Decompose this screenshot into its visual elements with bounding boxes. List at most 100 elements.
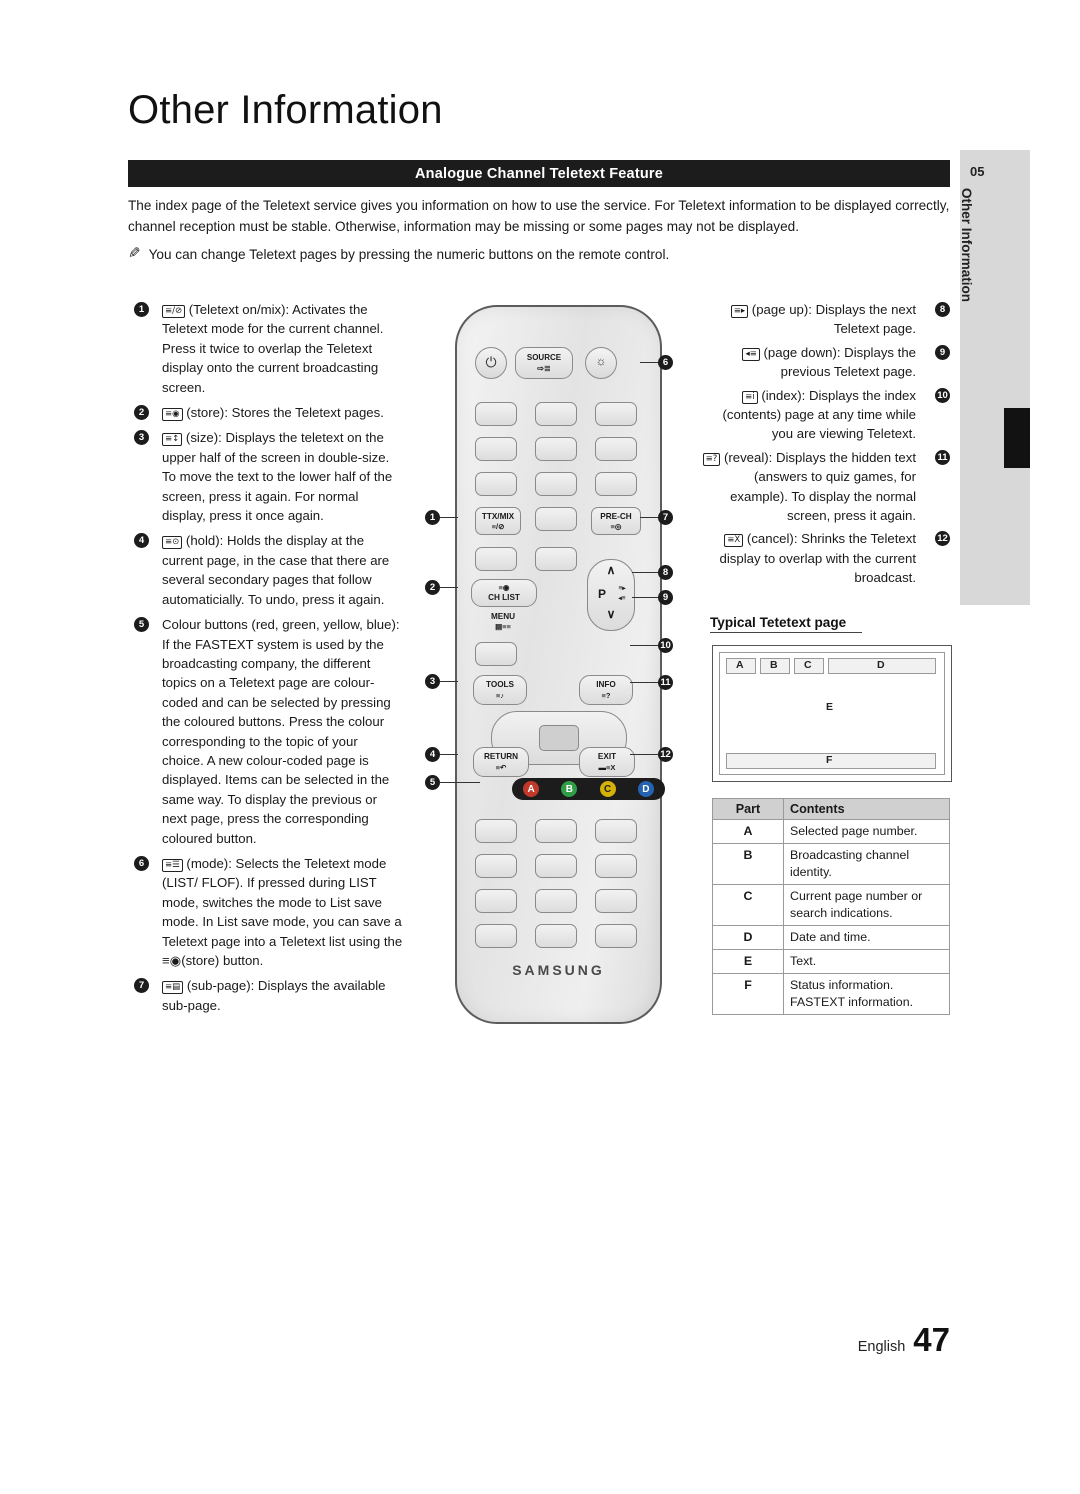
legend-text: (reveal): Displays the hidden text (answ…	[723, 449, 916, 524]
cell-part: F	[712, 973, 784, 1015]
tools-icon: ≡♪	[495, 691, 505, 700]
remote-button	[535, 819, 577, 843]
chapter-number: 05	[970, 164, 985, 179]
remote-button	[475, 402, 517, 426]
cell-contents: Text.	[783, 949, 950, 974]
section-heading: Analogue Channel Teletext Feature	[128, 160, 950, 187]
legend-text: (size): Displays the teletext on the upp…	[162, 430, 393, 524]
remote-control-illustration: ⏻ SOURCE ⇨≣ ☼ TTX/MIX ≡/⊘ PRE-CH ≡◎ ≡◉ C…	[425, 300, 685, 1040]
callout-bullet: 7	[134, 978, 149, 994]
teletext-label-c: C	[804, 659, 812, 671]
cell-contents: Selected page number.	[783, 819, 950, 844]
leader-line	[440, 754, 458, 755]
callout-bullet: 8	[935, 302, 950, 317]
legend-item: 9 ◂≡ (page down): Displays the previous …	[700, 343, 950, 382]
note-text: You can change Teletext pages by pressin…	[148, 247, 670, 262]
legend-item: 5 Colour buttons (red, green, yellow, bl…	[128, 615, 403, 848]
button-glyph: ≡☰	[162, 858, 183, 872]
button-glyph: ≡◉	[162, 408, 183, 422]
page-title: Other Information	[128, 88, 443, 132]
teletext-label-a: A	[736, 659, 744, 671]
remote-button	[535, 924, 577, 948]
callout-bullet: 6	[134, 855, 149, 871]
p-page-up-icon: ≡▸	[618, 585, 626, 592]
table-row: D Date and time.	[712, 925, 950, 950]
typical-page-title: Typical Tetetext page	[710, 615, 862, 633]
callout-marker-8: 8	[658, 565, 673, 580]
remote-button	[475, 889, 517, 913]
callout-marker-10: 10	[658, 638, 673, 653]
cell-part: E	[712, 949, 784, 974]
callout-marker-5: 5	[425, 775, 440, 790]
colour-button-c: C	[599, 781, 616, 797]
leader-line	[440, 782, 480, 783]
table-row: A Selected page number.	[712, 819, 950, 844]
legend-item: 8 ≡▸ (page up): Displays the next Telete…	[700, 300, 950, 339]
remote-button	[535, 854, 577, 878]
button-glyph: ◂≡	[742, 347, 760, 361]
note-block: ✎ You can change Teletext pages by press…	[128, 244, 950, 265]
info-button: INFO ≡?	[579, 675, 633, 705]
callout-bullet: 5	[134, 617, 149, 633]
table-header-row: Part Contents	[712, 798, 950, 820]
teletext-label-b: B	[770, 659, 778, 671]
brightness-button: ☼	[585, 347, 617, 379]
callout-marker-11: 11	[658, 675, 673, 690]
leader-line	[640, 362, 658, 363]
legend-text: (hold): Holds the display at the current…	[162, 533, 390, 607]
callout-bullet: 9	[935, 344, 950, 360]
brand-logo: SAMSUNG	[512, 962, 605, 978]
p-page-down-icon: ◂≡	[618, 595, 626, 602]
remote-button	[595, 402, 637, 426]
leader-line	[440, 517, 458, 518]
callout-bullet: 12	[935, 531, 950, 547]
source-icon: ⇨≣	[537, 364, 551, 373]
teletext-label-d: D	[877, 659, 885, 671]
colour-button-b: B	[561, 781, 578, 797]
remote-button	[595, 472, 637, 496]
remote-button	[595, 854, 637, 878]
ch-list-label: CH LIST	[488, 593, 520, 602]
pre-ch-label: PRE-CH	[600, 512, 632, 521]
callout-marker-1: 1	[425, 510, 440, 525]
legend-item: 3 ≡↕ (size): Displays the teletext on th…	[128, 428, 403, 525]
table-row: E Text.	[712, 949, 950, 974]
callout-bullet: 2	[134, 405, 149, 421]
remote-button	[475, 924, 517, 948]
remote-button	[595, 819, 637, 843]
tab-marker	[1004, 408, 1030, 468]
pre-ch-icon: ≡◎	[610, 522, 622, 531]
callout-marker-9: 9	[658, 590, 673, 605]
info-reveal-icon: ≡?	[601, 691, 611, 700]
colour-button-a: A	[523, 781, 540, 797]
return-label: RETURN	[483, 752, 519, 761]
left-legend-column: 1 ≡/⊘ (Teletext on/mix): Activates the T…	[128, 300, 403, 1017]
source-button: SOURCE ⇨≣	[515, 347, 573, 379]
remote-button	[535, 437, 577, 461]
callout-marker-6: 6	[658, 355, 673, 370]
teletext-label-e: E	[826, 701, 834, 713]
chapter-label: Other Information	[959, 188, 974, 302]
legend-text: (cancel): Shrinks the Teletext display t…	[719, 531, 916, 586]
callout-bullet: 1	[134, 302, 149, 317]
legend-item: 4 ≡⊙ (hold): Holds the display at the cu…	[128, 531, 403, 609]
cell-contents: Current page number or search indication…	[783, 884, 950, 926]
cell-part: A	[712, 819, 784, 844]
callout-marker-4: 4	[425, 747, 440, 762]
button-glyph: ≡/⊘	[162, 305, 186, 318]
callout-bullet: 4	[134, 533, 149, 549]
page-footer: English 47	[858, 1321, 950, 1359]
cell-part: C	[712, 884, 784, 926]
legend-item: 12 ≡X (cancel): Shrinks the Teletext dis…	[700, 529, 950, 587]
p-up-arrow: ∧	[606, 563, 616, 577]
leader-line	[632, 597, 658, 598]
manual-page: Other Information Analogue Channel Telet…	[0, 0, 1080, 1494]
ttx-mix-label: TTX/MIX	[481, 512, 515, 521]
footer-language: English	[857, 1339, 906, 1355]
remote-button	[595, 924, 637, 948]
ttx-mix-icon: ≡/⊘	[491, 522, 505, 531]
header-contents: Contents	[783, 798, 950, 820]
remote-button	[535, 472, 577, 496]
legend-text: (mode): Selects the Teletext mode (LIST/…	[162, 855, 403, 968]
remote-button	[475, 437, 517, 461]
